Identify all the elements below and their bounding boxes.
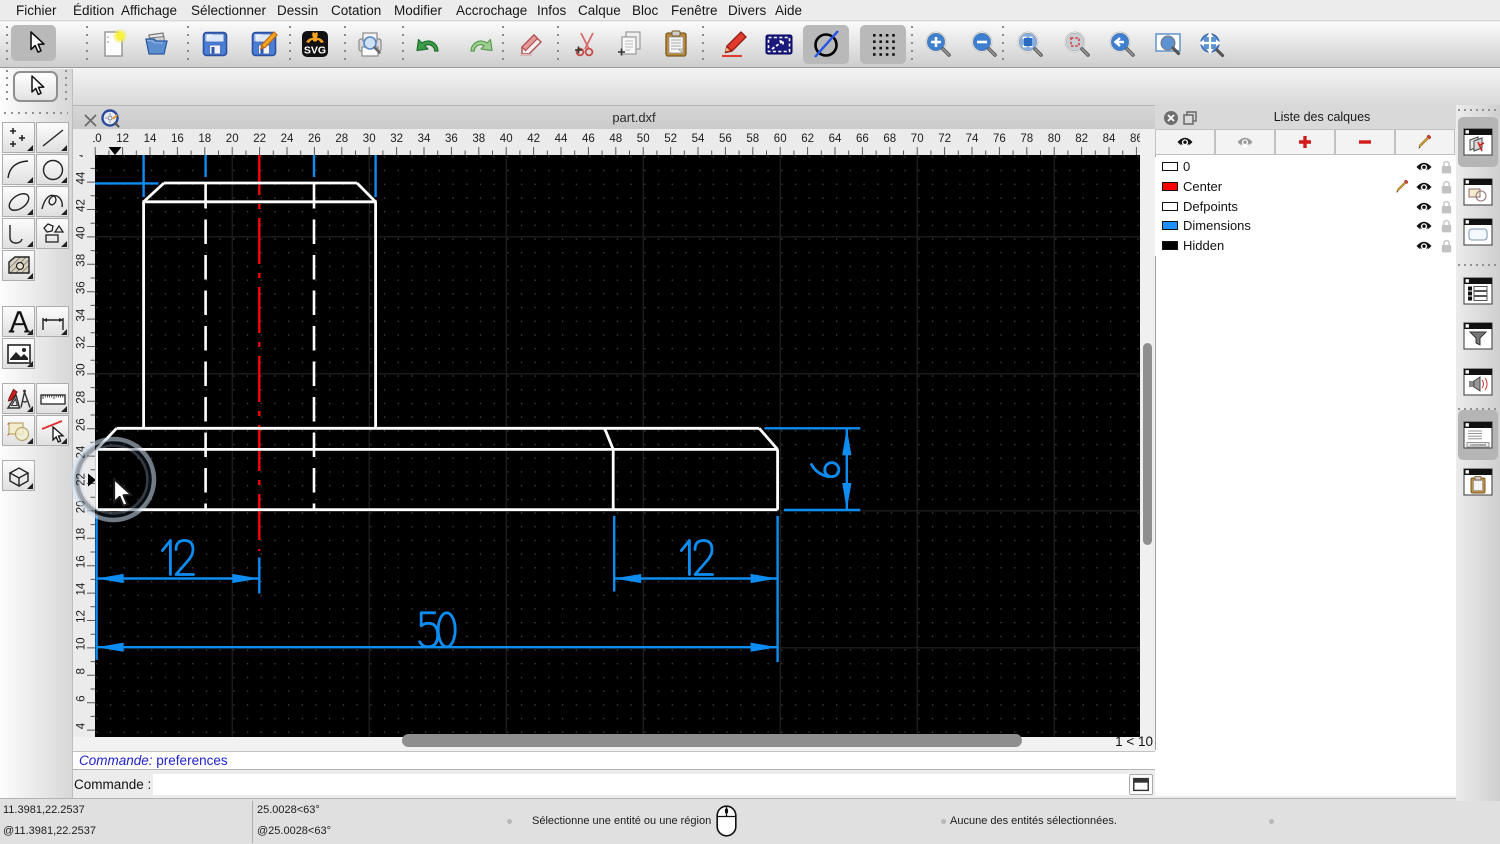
svg-text:66: 66 (856, 133, 869, 145)
svg-text:44: 44 (555, 133, 568, 145)
svg-text:24: 24 (76, 445, 88, 458)
svg-text:22: 22 (253, 133, 266, 145)
svg-text:54: 54 (692, 133, 705, 145)
svg-text:16: 16 (76, 555, 88, 568)
svg-text:14: 14 (144, 133, 157, 145)
svg-text:40: 40 (500, 133, 513, 145)
svg-text:16: 16 (171, 133, 184, 145)
svg-text:76: 76 (993, 133, 1006, 145)
svg-text:28: 28 (335, 133, 348, 145)
svg-text:56: 56 (719, 133, 732, 145)
svg-text:42: 42 (76, 199, 88, 212)
svg-text:12: 12 (76, 610, 88, 623)
svg-text:78: 78 (1020, 133, 1033, 145)
svg-text:6: 6 (76, 695, 88, 701)
svg-text:26: 26 (76, 418, 88, 431)
svg-text:20: 20 (226, 133, 239, 145)
svg-text:86: 86 (1130, 133, 1140, 145)
svg-text:38: 38 (472, 133, 485, 145)
svg-text:44: 44 (76, 171, 88, 184)
svg-text:38: 38 (76, 254, 88, 267)
svg-text:68: 68 (883, 133, 896, 145)
svg-text:26: 26 (308, 133, 321, 145)
svg-text:82: 82 (1075, 133, 1088, 145)
svg-text:20: 20 (76, 501, 88, 514)
svg-text:40: 40 (76, 227, 88, 240)
svg-text:50: 50 (637, 133, 650, 145)
svg-text:48: 48 (609, 133, 622, 145)
svg-text:command: command (1470, 443, 1486, 447)
svg-text:72: 72 (938, 133, 951, 145)
svg-text:58: 58 (746, 133, 759, 145)
svg-text:18: 18 (76, 528, 88, 541)
svg-text:34: 34 (76, 308, 88, 321)
svg-text:12: 12 (116, 133, 129, 145)
svg-text:42: 42 (527, 133, 540, 145)
svg-text:32: 32 (76, 336, 88, 349)
svg-text:18: 18 (198, 133, 211, 145)
svg-text:34: 34 (418, 133, 431, 145)
svg-text:84: 84 (1103, 133, 1116, 145)
svg-text:46: 46 (76, 155, 88, 157)
svg-text:36: 36 (76, 281, 88, 294)
svg-text:80: 80 (1048, 133, 1061, 145)
svg-text:10: 10 (76, 638, 88, 651)
svg-text:22: 22 (76, 473, 88, 486)
svg-text:74: 74 (966, 133, 979, 145)
svg-text:4: 4 (76, 722, 88, 729)
svg-text:10: 10 (93, 133, 102, 145)
svg-text:SVG: SVG (304, 45, 326, 57)
svg-text:36: 36 (445, 133, 458, 145)
svg-text:52: 52 (664, 133, 677, 145)
svg-text:14: 14 (76, 582, 88, 595)
svg-text:8: 8 (76, 668, 88, 674)
svg-text:64: 64 (829, 133, 842, 145)
svg-text:24: 24 (281, 133, 294, 145)
svg-text:30: 30 (76, 364, 88, 377)
svg-text:30: 30 (363, 133, 376, 145)
svg-text:28: 28 (76, 391, 88, 404)
svg-text:70: 70 (911, 133, 924, 145)
svg-text:60: 60 (774, 133, 787, 145)
svg-text:32: 32 (390, 133, 403, 145)
svg-text:46: 46 (582, 133, 595, 145)
svg-text:62: 62 (801, 133, 814, 145)
